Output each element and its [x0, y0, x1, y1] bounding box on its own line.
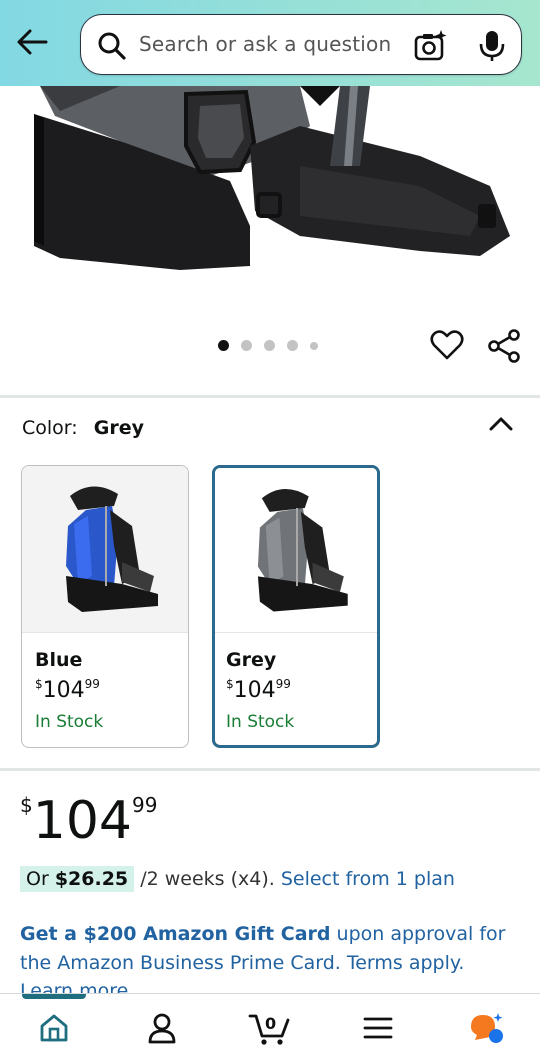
back-button[interactable]: [14, 24, 50, 60]
price-symbol: $: [35, 677, 43, 691]
active-tab-indicator: [22, 994, 86, 999]
promo-headline: Get a $200 Amazon Gift Card: [20, 923, 331, 945]
color-label: Color:: [22, 417, 78, 439]
home-icon: [40, 1014, 68, 1042]
swatch-image: [215, 468, 377, 633]
price-whole: 104: [42, 678, 85, 703]
product-photo: [34, 86, 510, 270]
price-fraction: 99: [275, 677, 291, 691]
installment-prefix: Or: [26, 868, 49, 890]
cart-count: 0: [265, 1014, 277, 1033]
account-icon: [148, 1013, 176, 1044]
nav-menu[interactable]: [358, 1008, 398, 1048]
swatch-price: $10499: [35, 677, 100, 703]
carousel-dot[interactable]: [264, 340, 275, 351]
swatch-price: $10499: [226, 677, 291, 703]
nav-home[interactable]: [34, 1008, 74, 1048]
price-symbol: $: [226, 677, 234, 691]
rufus-icon: [471, 1013, 503, 1043]
menu-icon: [363, 1017, 393, 1039]
nav-cart[interactable]: 0: [248, 1008, 292, 1048]
product-image[interactable]: [0, 86, 540, 310]
nav-rufus[interactable]: [466, 1008, 506, 1048]
nav-account[interactable]: [142, 1008, 182, 1048]
installment-badge: Or $26.25: [20, 866, 135, 892]
select-plan-link[interactable]: Select from 1 plan: [281, 868, 455, 890]
search-icon: [98, 32, 126, 60]
selected-color: Grey: [93, 417, 144, 439]
swatch-color-name: Grey: [226, 649, 277, 671]
installment-terms: /2 weeks (x4).: [140, 868, 275, 890]
share-icon[interactable]: [486, 328, 522, 364]
arrow-left-icon: [17, 29, 48, 55]
color-selector-header: Color: Grey: [22, 417, 144, 439]
section-divider: [0, 395, 540, 398]
price-symbol: $: [20, 793, 33, 817]
bottom-navigation: 0: [0, 993, 540, 1059]
carousel-dot[interactable]: [287, 340, 298, 351]
camera-sparkle-icon[interactable]: [413, 29, 447, 63]
stock-status: In Stock: [226, 712, 295, 732]
section-divider: [0, 768, 540, 771]
stock-status: In Stock: [35, 712, 104, 732]
heart-icon[interactable]: [430, 328, 464, 362]
carousel-dot[interactable]: [310, 341, 318, 350]
price-whole: 104: [233, 678, 276, 703]
swatch-color-name: Blue: [35, 649, 83, 671]
image-carousel-dots[interactable]: [218, 340, 318, 351]
top-search-bar: Search or ask a question: [0, 0, 540, 86]
price-fraction: 99: [84, 677, 100, 691]
chevron-up-icon[interactable]: [486, 410, 516, 438]
installment-offer: Or $26.25 /2 weeks (x4). Select from 1 p…: [20, 866, 455, 892]
search-placeholder: Search or ask a question: [139, 32, 392, 56]
carousel-dot[interactable]: [241, 340, 252, 351]
child-carrier-grey-image: [257, 488, 348, 612]
microphone-icon[interactable]: [477, 29, 507, 63]
gift-card-promo[interactable]: Get a $200 Amazon Gift Card upon approva…: [20, 920, 520, 978]
search-input[interactable]: Search or ask a question: [80, 14, 522, 75]
price-fraction: 99: [132, 793, 158, 817]
installment-amount: $26.25: [54, 868, 129, 890]
color-option-blue[interactable]: Blue $10499 In Stock: [21, 465, 189, 748]
product-price: $10499: [20, 795, 157, 847]
child-carrier-blue-image: [66, 486, 158, 612]
price-whole: 104: [32, 791, 132, 851]
swatch-image: [22, 466, 188, 633]
color-option-grey[interactable]: Grey $10499 In Stock: [212, 465, 380, 748]
carousel-dot[interactable]: [218, 340, 229, 351]
